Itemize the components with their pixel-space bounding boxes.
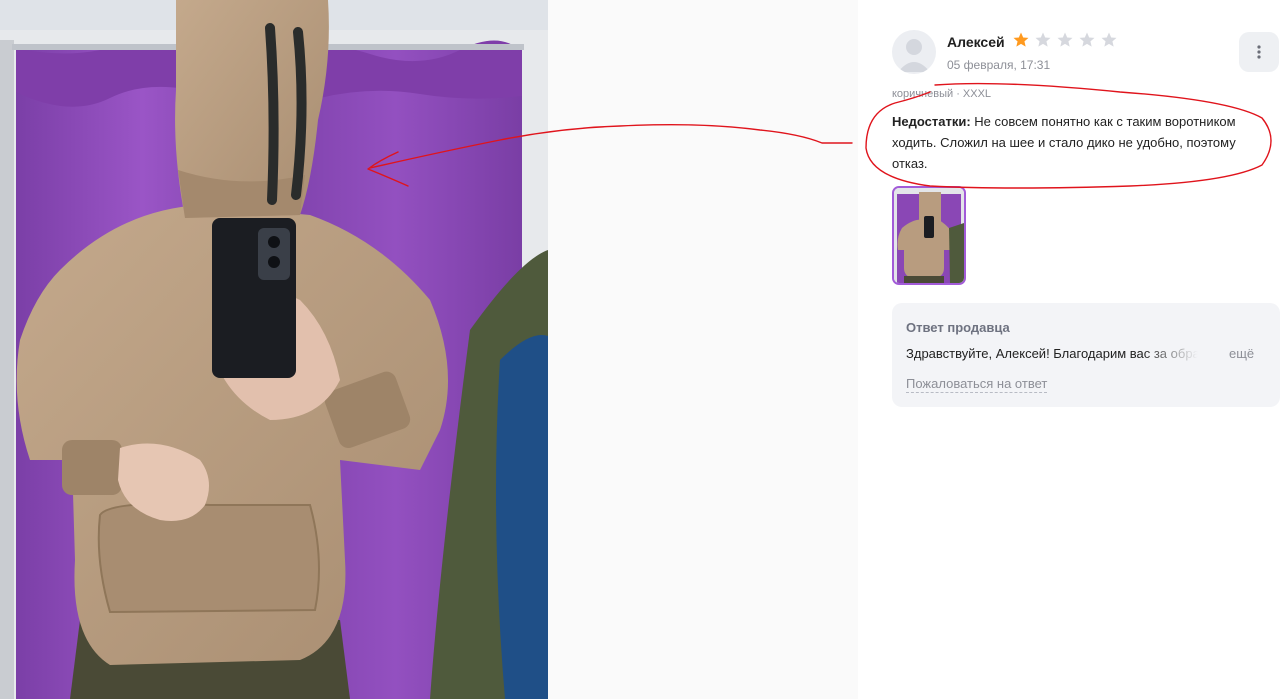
review-author: Алексей xyxy=(947,34,1005,50)
review-text: Недостатки: Не совсем понятно как с таки… xyxy=(892,111,1274,174)
review-photo-large xyxy=(0,0,548,699)
seller-answer: Ответ продавца Здравствуйте, Алексей! Бл… xyxy=(892,303,1280,407)
complain-link[interactable]: Пожаловаться на ответ xyxy=(906,376,1048,393)
review-photo-thumbnail[interactable] xyxy=(892,186,966,285)
seller-answer-title: Ответ продавца xyxy=(906,320,1010,335)
rating-stars xyxy=(1012,31,1118,49)
review-text-label: Недостатки: xyxy=(892,114,971,129)
star-icon xyxy=(1101,32,1117,47)
page-gap xyxy=(548,0,858,699)
star-icon xyxy=(1057,32,1073,47)
star-icon xyxy=(1079,32,1095,47)
star-icon xyxy=(1013,32,1029,47)
more-vertical-icon xyxy=(1257,45,1261,59)
product-variant: коричневый · XXXL xyxy=(892,88,992,100)
review-date: 05 февраля, 17:31 xyxy=(947,58,1051,72)
text-fade xyxy=(1142,343,1212,365)
show-more-link[interactable]: ещё xyxy=(1229,346,1254,361)
star-icon xyxy=(1035,32,1051,47)
user-avatar-icon xyxy=(892,30,936,74)
more-options-button[interactable] xyxy=(1239,32,1279,72)
